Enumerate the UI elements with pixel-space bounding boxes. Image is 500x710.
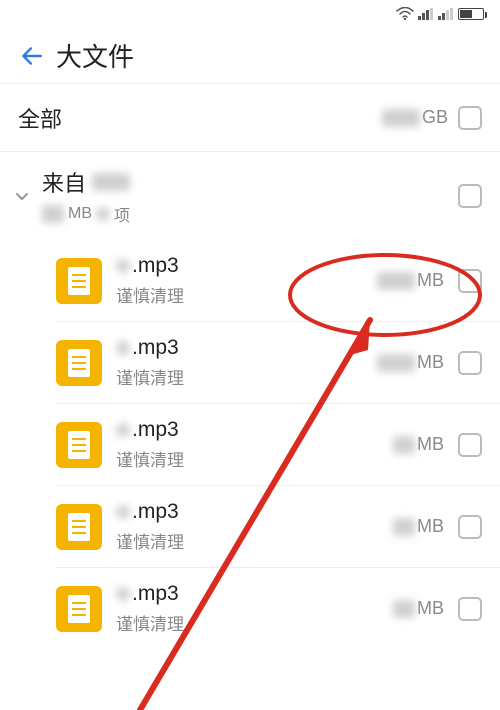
redacted-value: 0 bbox=[42, 205, 64, 223]
signal-icon-2 bbox=[438, 8, 454, 20]
file-type-icon bbox=[56, 586, 102, 632]
file-type-icon bbox=[56, 422, 102, 468]
redacted-value bbox=[96, 207, 110, 221]
file-caution-label: 谨慎清理 bbox=[116, 610, 379, 635]
filter-all-label: 全部 bbox=[18, 102, 62, 134]
file-list: .mp3 谨慎清理 00MB .mp3 谨慎清理 00MB .mp3 谨慎清理 … bbox=[0, 240, 500, 649]
file-size: 0MB bbox=[393, 434, 444, 455]
select-all-checkbox[interactable] bbox=[458, 106, 482, 130]
list-item[interactable]: .mp3 谨慎清理 0MB bbox=[56, 568, 500, 649]
file-name: .mp3 bbox=[116, 254, 363, 278]
redacted-value: 0 bbox=[393, 436, 415, 454]
redacted-value bbox=[116, 505, 130, 519]
group-size-unit: MB bbox=[68, 205, 92, 223]
file-size: 00MB bbox=[377, 352, 444, 373]
file-caution-label: 谨慎清理 bbox=[116, 282, 363, 307]
file-name: .mp3 bbox=[116, 500, 379, 524]
file-type-icon bbox=[56, 258, 102, 304]
group-header[interactable]: 来自 xx 0 MB 项 bbox=[0, 152, 500, 240]
group-checkbox[interactable] bbox=[458, 184, 482, 208]
redacted-value: xx bbox=[92, 173, 130, 191]
status-bar bbox=[0, 0, 500, 28]
app-bar: 大文件 bbox=[0, 28, 500, 84]
wifi-icon bbox=[396, 7, 414, 21]
item-checkbox[interactable] bbox=[458, 515, 482, 539]
chevron-down-icon bbox=[8, 188, 36, 204]
redacted-value bbox=[116, 587, 130, 601]
file-type-icon bbox=[56, 340, 102, 386]
status-icons bbox=[396, 7, 484, 21]
file-name: .mp3 bbox=[116, 418, 379, 442]
redacted-value bbox=[116, 423, 130, 437]
redacted-value bbox=[116, 259, 130, 273]
redacted-value bbox=[116, 341, 130, 355]
item-checkbox[interactable] bbox=[458, 269, 482, 293]
redacted-value: 00 bbox=[377, 354, 415, 372]
redacted-value: 00 bbox=[377, 272, 415, 290]
list-item[interactable]: .mp3 谨慎清理 0MB bbox=[56, 404, 500, 486]
total-size: 00 GB bbox=[382, 107, 448, 128]
group-count-unit: 项 bbox=[114, 202, 130, 226]
redacted-value: 0 bbox=[393, 518, 415, 536]
file-name: .mp3 bbox=[116, 582, 379, 606]
arrow-left-icon bbox=[19, 43, 45, 69]
battery-icon bbox=[458, 8, 484, 20]
file-caution-label: 谨慎清理 bbox=[116, 364, 363, 389]
page-title: 大文件 bbox=[56, 37, 134, 74]
file-size: 00MB bbox=[377, 270, 444, 291]
back-button[interactable] bbox=[12, 36, 52, 76]
file-type-icon bbox=[56, 504, 102, 550]
group-prefix: 来自 bbox=[42, 166, 86, 198]
redacted-value: 00 bbox=[382, 109, 420, 127]
item-checkbox[interactable] bbox=[458, 433, 482, 457]
file-caution-label: 谨慎清理 bbox=[116, 528, 379, 553]
filter-all-row[interactable]: 全部 00 GB bbox=[0, 84, 500, 152]
item-checkbox[interactable] bbox=[458, 351, 482, 375]
signal-icon bbox=[418, 8, 434, 20]
group-subtitle: 0 MB 项 bbox=[42, 202, 452, 226]
file-caution-label: 谨慎清理 bbox=[116, 446, 379, 471]
file-size: 0MB bbox=[393, 598, 444, 619]
item-checkbox[interactable] bbox=[458, 597, 482, 621]
total-size-unit: GB bbox=[422, 107, 448, 128]
file-size: 0MB bbox=[393, 516, 444, 537]
list-item[interactable]: .mp3 谨慎清理 00MB bbox=[56, 322, 500, 404]
file-name: .mp3 bbox=[116, 336, 363, 360]
redacted-value: 0 bbox=[393, 600, 415, 618]
list-item[interactable]: .mp3 谨慎清理 0MB bbox=[56, 486, 500, 568]
list-item[interactable]: .mp3 谨慎清理 00MB bbox=[56, 240, 500, 322]
